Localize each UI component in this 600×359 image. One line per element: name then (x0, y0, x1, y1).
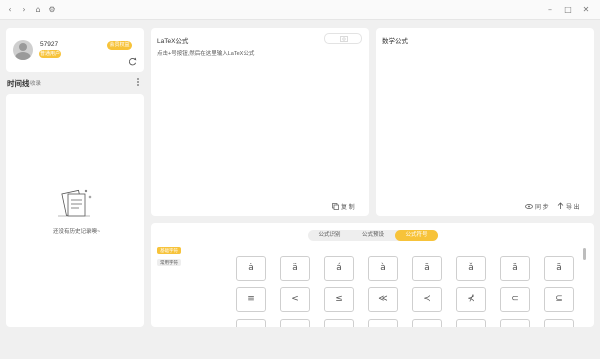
upgrade-button[interactable]: 会员权益 (107, 41, 132, 50)
symbol-button[interactable]: ≪ (368, 287, 398, 312)
close-icon[interactable]: ✕ (580, 4, 592, 16)
symbol-button[interactable]: ⊆ (544, 287, 574, 312)
latex-new-button[interactable] (324, 33, 362, 44)
symbol-button[interactable]: < (280, 287, 310, 312)
tab-symbols[interactable]: 公式符号 (395, 230, 438, 241)
empty-history-text: 还没有历史记录噢~ (53, 229, 101, 235)
symbol-button[interactable]: ≺ (412, 287, 442, 312)
history-subtitle[interactable]: 收录 (30, 79, 41, 87)
symbol-button[interactable]: ä (280, 256, 310, 281)
chevron-right-icon[interactable]: › (18, 4, 30, 16)
history-title: 时间线 (7, 79, 30, 88)
symbol-button[interactable]: à (368, 256, 398, 281)
tag-common-chars[interactable]: 常用字符 (157, 259, 181, 266)
symbol-button-partial[interactable] (412, 319, 442, 327)
copy-icon (332, 203, 339, 210)
user-level-badge: 普通用户 (39, 50, 61, 58)
sync-button[interactable]: 同 步 (525, 202, 551, 211)
math-panel (376, 28, 594, 216)
avatar[interactable] (13, 40, 33, 60)
symbol-button[interactable]: ≡ (236, 287, 266, 312)
title-bar: ‹ › ⌂ ⚙ – □ ✕ (0, 0, 600, 20)
symbol-button[interactable]: ǎ (456, 256, 486, 281)
symbol-button[interactable]: ā (412, 256, 442, 281)
symbol-button-partial[interactable] (544, 319, 574, 327)
eye-icon (525, 204, 533, 209)
refresh-icon[interactable] (128, 57, 137, 66)
tab-group: 公式识别 公式预设 公式符号 (308, 230, 438, 241)
copy-button[interactable]: 复 制 (332, 202, 362, 211)
latex-hint: 点击+号按钮,然后在这里输入LaTeX公式 (157, 51, 255, 57)
latex-title: LaTeX公式 (157, 38, 189, 45)
symbol-button-partial[interactable] (500, 319, 530, 327)
copy-label: 复 制 (341, 205, 355, 211)
symbol-button[interactable]: á (324, 256, 354, 281)
symbol-button[interactable]: ȧ (236, 256, 266, 281)
symbol-button[interactable]: ă (500, 256, 530, 281)
maximize-icon[interactable]: □ (562, 4, 574, 16)
more-vertical-icon[interactable] (135, 77, 141, 87)
symbol-button[interactable]: ≤ (324, 287, 354, 312)
tab-presets[interactable]: 公式预设 (351, 230, 395, 241)
empty-documents-illustration (58, 189, 92, 217)
symbol-button-partial[interactable] (368, 319, 398, 327)
symbol-button[interactable]: ã (544, 256, 574, 281)
settings-icon[interactable]: ⚙ (46, 4, 58, 16)
math-title: 数学公式 (382, 38, 408, 45)
symbol-button-partial[interactable] (324, 319, 354, 327)
export-button[interactable]: 导 出 (557, 202, 583, 211)
symbol-button-partial[interactable] (236, 319, 266, 327)
chevron-left-icon[interactable]: ‹ (4, 4, 16, 16)
home-icon[interactable]: ⌂ (32, 4, 44, 16)
symbol-button[interactable]: ⊀ (456, 287, 486, 312)
minimize-icon[interactable]: – (544, 4, 556, 16)
symbols-scrollbar[interactable] (583, 248, 586, 260)
user-name: 57927 (40, 41, 59, 48)
sync-label: 同 步 (535, 205, 549, 211)
export-label: 导 出 (566, 205, 580, 211)
symbol-button[interactable]: ⊂ (500, 287, 530, 312)
symbol-button-partial[interactable] (280, 319, 310, 327)
upload-icon (557, 202, 564, 209)
symbol-button-partial[interactable] (456, 319, 486, 327)
tab-recognize[interactable]: 公式识别 (308, 230, 351, 241)
tag-basic-chars[interactable]: 基础字符 (157, 247, 181, 254)
image-icon (340, 36, 348, 42)
